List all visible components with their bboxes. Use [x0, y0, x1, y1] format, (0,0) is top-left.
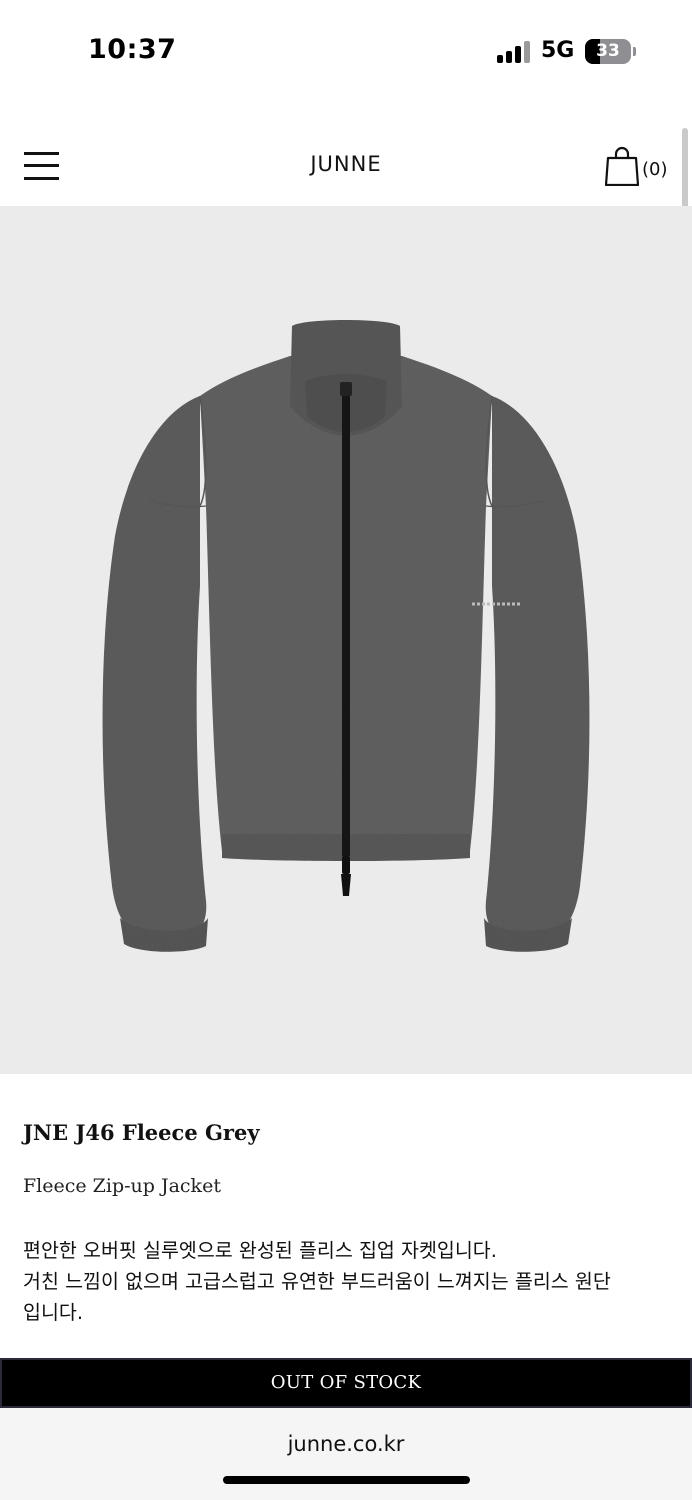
cart-count: (0)	[642, 159, 668, 180]
product-subtitle: Fleece Zip-up Jacket	[23, 1175, 221, 1197]
brand-logo[interactable]: JUNNE	[0, 152, 692, 176]
description-line: 편안한 오버핏 실루엣으로 완성된 플리스 집업 자켓입니다.	[23, 1239, 497, 1262]
site-header: JUNNE (0)	[0, 128, 692, 206]
url-text[interactable]: junne.co.kr	[0, 1432, 692, 1456]
shopping-bag-icon	[605, 146, 639, 186]
out-of-stock-button[interactable]: OUT OF STOCK	[0, 1358, 692, 1408]
jacket-illustration	[102, 320, 590, 952]
status-bar: 10:37 5G 33	[0, 0, 692, 100]
battery-cap	[633, 47, 636, 56]
product-name: JNE J46 Fleece Grey	[23, 1120, 260, 1145]
description-line: 입니다.	[23, 1301, 84, 1324]
product-description: 편안한 오버핏 실루엣으로 완성된 플리스 집업 자켓입니다. 거친 느낌이 없…	[23, 1235, 673, 1328]
network-type: 5G	[541, 38, 575, 63]
product-info: JNE J46 Fleece Grey Fleece Zip-up Jacket…	[0, 1074, 692, 1358]
browser-url-bar[interactable]: junne.co.kr	[0, 1408, 692, 1500]
battery-percentage: 33	[596, 41, 620, 61]
battery-icon: 33	[585, 39, 631, 64]
product-image[interactable]	[0, 206, 692, 1074]
home-indicator[interactable]	[223, 1476, 470, 1484]
signal-strength-icon	[497, 41, 531, 63]
status-time: 10:37	[88, 34, 177, 65]
description-line: 거친 느낌이 없으며 고급스럽고 유연한 부드러움이 느껴지는 플리스 원단	[23, 1270, 611, 1293]
hamburger-menu-icon[interactable]	[24, 150, 59, 180]
cart-button[interactable]: (0)	[605, 146, 675, 188]
